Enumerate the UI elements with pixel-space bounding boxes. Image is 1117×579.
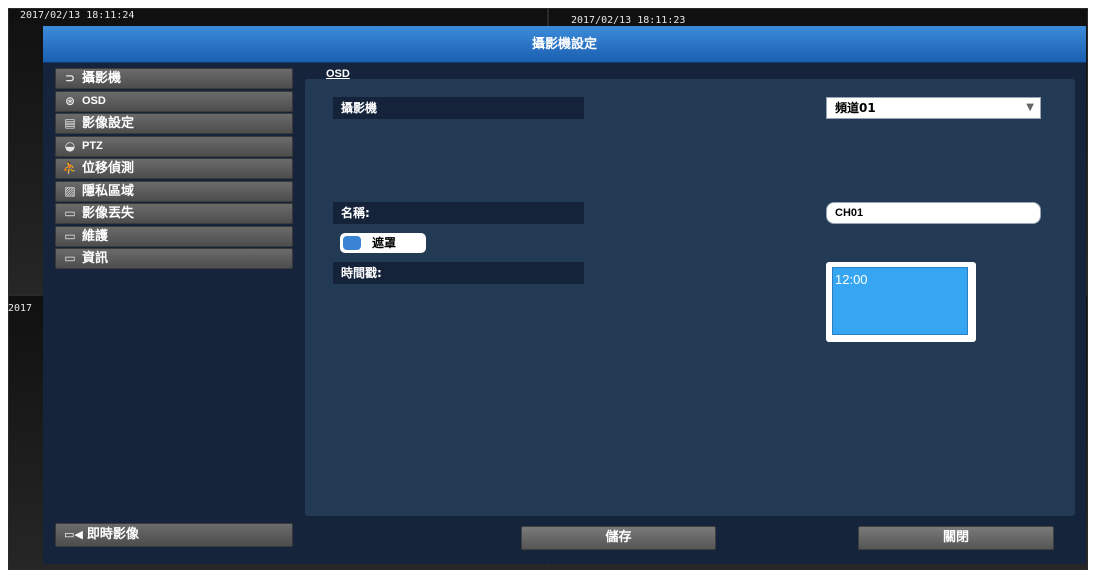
camera-timestamp: 2017/02/13 18:11:23	[571, 15, 686, 26]
dialog-title-bar: 攝影機設定	[43, 26, 1086, 63]
camera-settings-dialog: 攝影機設定 ⊃ 攝影機 ⊛ OSD ▤ 影像設定 ◒ PTZ ⛹ 位移偵測 ▨ 隱私區域 ▭…	[43, 26, 1086, 564]
camera-timestamp: 2017	[8, 303, 33, 314]
sidebar-item-ptz[interactable]: ◒ PTZ	[55, 135, 293, 157]
timestamp-preview-area: 12:00	[832, 267, 968, 335]
timestamp-label: 時間戳:	[333, 262, 584, 284]
running-man-icon: ⛹	[62, 161, 78, 175]
live-view-label: 即時影像	[86, 527, 139, 542]
image-icon: ▤	[64, 116, 76, 130]
mask-label: 遮罩	[372, 236, 397, 250]
timestamp-position-preview[interactable]: 12:00	[826, 262, 976, 342]
privacy-mask-icon: ▨	[64, 183, 76, 198]
sidebar-item-label: 維護	[82, 228, 109, 244]
close-button[interactable]: 關閉	[858, 526, 1054, 550]
sidebar-item-label: 影像丟失	[82, 206, 135, 221]
camera-icon: ⊃	[64, 71, 76, 85]
sidebar-item-privacy-zone[interactable]: ▨ 隱私區域	[55, 180, 293, 202]
sidebar-item-camera[interactable]: ⊃ 攝影機	[55, 68, 293, 89]
name-field[interactable]: CH01	[826, 202, 1041, 224]
sidebar-item-image-settings[interactable]: ▤ 影像設定	[55, 113, 293, 134]
settings-sidebar: ⊃ 攝影機 ⊛ OSD ▤ 影像設定 ◒ PTZ ⛹ 位移偵測 ▨ 隱私區域 ▭ 影像丟失 ▭…	[55, 68, 293, 271]
sidebar-item-label: 隱私區域	[82, 183, 135, 199]
mask-checkbox[interactable]: 遮罩	[340, 233, 426, 253]
sidebar-item-label: 攝影機	[82, 71, 122, 86]
checkbox-box	[343, 236, 361, 250]
camera-select-value: 頻道01	[835, 101, 876, 115]
sidebar-item-label: 位移偵測	[82, 161, 135, 176]
chevron-down-icon: ▼	[1026, 102, 1034, 113]
sidebar-item-maintenance[interactable]: ▭ 維護	[55, 225, 293, 247]
film-reel-icon: ⊛	[64, 93, 76, 108]
screen: 2017/02/13 18:11:24 2017/02/13 18:11:23 …	[0, 0, 1117, 579]
timestamp-preview-text[interactable]: 12:00	[835, 272, 868, 287]
monitor-icon: ▭	[64, 206, 76, 220]
sidebar-item-video-loss[interactable]: ▭ 影像丟失	[55, 203, 293, 224]
camera-select[interactable]: 頻道01 ▼	[826, 97, 1041, 119]
sidebar-item-label: 影像設定	[82, 116, 135, 131]
camera-timestamp: 2017/02/13 18:11:24	[20, 10, 135, 21]
sidebar-item-osd[interactable]: ⊛ OSD	[55, 90, 293, 112]
sidebar-item-label: 資訊	[82, 251, 109, 266]
save-button[interactable]: 儲存	[521, 526, 716, 550]
ptz-camera-icon: ◒	[64, 138, 76, 153]
monitor-icon: ▭	[64, 228, 76, 243]
dialog-title: 攝影機設定	[531, 37, 597, 52]
name-label: 名稱:	[333, 202, 584, 224]
sidebar-item-info[interactable]: ▭ 資訊	[55, 248, 293, 269]
live-view-button[interactable]: ▭◀ 即時影像	[55, 523, 293, 547]
sidebar-item-label: PTZ	[82, 139, 103, 152]
sidebar-item-label: OSD	[82, 94, 106, 107]
sidebar-item-motion-detection[interactable]: ⛹ 位移偵測	[55, 158, 293, 179]
camera-label: 攝影機	[333, 97, 584, 119]
live-view-icon: ▭◀	[64, 528, 83, 541]
monitor-icon: ▭	[64, 251, 76, 265]
